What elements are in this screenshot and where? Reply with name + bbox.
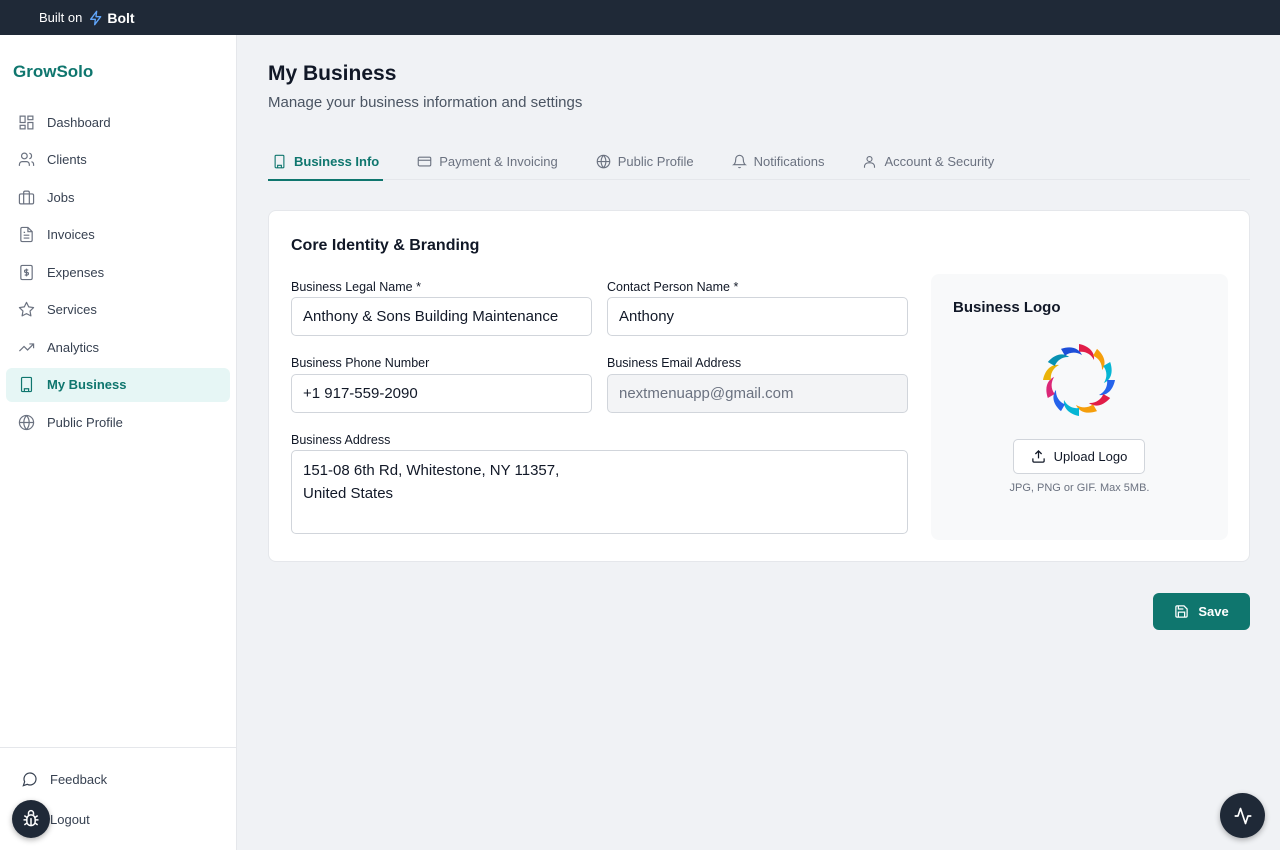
bolt-brand[interactable]: Bolt (107, 10, 134, 26)
globe-icon (596, 154, 611, 169)
trending-up-icon (17, 338, 35, 356)
star-icon (17, 301, 35, 319)
legal-name-label: Business Legal Name * (291, 280, 421, 294)
grid-icon (17, 113, 35, 131)
tab-label: Payment & Invoicing (439, 153, 558, 169)
bell-icon (731, 154, 747, 169)
contact-name-input[interactable]: Anthony (607, 297, 908, 336)
logo-petal (1099, 380, 1115, 396)
user-icon (862, 154, 877, 169)
credit-card-icon (417, 154, 432, 169)
card-title: Core Identity & Branding (291, 237, 480, 254)
email-label: Business Email Address (607, 356, 742, 370)
sidebar-item-dashboard[interactable]: Dashboard (6, 105, 230, 139)
tab-account-security[interactable]: Account & Security (858, 142, 998, 180)
page-title: My Business (268, 62, 397, 85)
sidebar-item-services[interactable]: Services (6, 293, 230, 327)
logo-petal (1043, 364, 1059, 380)
activity-icon (1233, 806, 1253, 826)
phone-input[interactable]: +1 917-559-2090 (291, 374, 592, 413)
sidebar-item-label: Invoices (47, 227, 95, 242)
debug-button[interactable] (12, 800, 50, 838)
users-icon (17, 151, 35, 169)
logout-link[interactable]: Logout (50, 812, 90, 827)
tab-payment-invoicing[interactable]: Payment & Invoicing (413, 142, 562, 180)
sidebar-item-label: Jobs (47, 189, 75, 205)
sidebar-item-label: Clients (47, 152, 87, 167)
save-icon (1174, 604, 1189, 619)
sidebar-item-expenses[interactable]: Expenses (6, 255, 230, 289)
legal-name-input[interactable]: Anthony & Sons Building Maintenance (291, 297, 592, 336)
email-input[interactable]: nextmenuapp@gmail.com (607, 374, 908, 413)
file-text-icon (17, 226, 35, 244)
bug-icon (21, 809, 41, 829)
sidebar-item-label: Public Profile (47, 414, 123, 430)
upload-logo-button[interactable]: Upload Logo (1013, 439, 1145, 474)
sidebar-item-label: Analytics (47, 339, 100, 355)
page-subtitle: Manage your business information and set… (268, 94, 583, 111)
logo-petal (1103, 362, 1112, 383)
sidebar-item-label: Expenses (47, 264, 105, 280)
logout-label: Logout (50, 812, 90, 827)
sidebar-item-my-business[interactable]: My Business (6, 367, 230, 402)
tab-bar: Business Info Payment & Invoicing Public… (268, 142, 1250, 181)
logo-petal (1063, 400, 1079, 416)
sidebar-item-label: Services (47, 302, 97, 317)
contact-name-label: Contact Person Name * (607, 280, 739, 294)
app-logo-text[interactable]: GrowSolo (13, 62, 93, 82)
briefcase-icon (17, 188, 35, 206)
sidebar-item-label: Dashboard (47, 114, 111, 130)
tab-public-profile[interactable]: Public Profile (592, 142, 698, 180)
sidebar-item-clients[interactable]: Clients (6, 143, 230, 177)
logo-petal (1046, 377, 1055, 398)
sidebar-nav: Dashboard Clients Jobs Invoices Expenses (6, 105, 230, 443)
logo-petal (1076, 404, 1097, 413)
business-logo-image (1037, 338, 1121, 422)
phone-label: Business Phone Number (291, 356, 430, 370)
address-label: Business Address (291, 433, 391, 447)
globe-icon (17, 413, 35, 431)
save-label: Save (1198, 604, 1229, 619)
business-logo-title: Business Logo (953, 299, 1061, 316)
tab-label: Public Profile (617, 153, 694, 169)
activity-button[interactable] (1220, 793, 1265, 838)
tab-business-info[interactable]: Business Info (268, 142, 384, 181)
save-button[interactable]: Save (1153, 593, 1250, 630)
feedback-label: Feedback (50, 771, 108, 787)
tab-label: Business Info (294, 153, 380, 169)
sidebar-footer (0, 747, 236, 748)
sidebar-item-jobs[interactable]: Jobs (6, 180, 230, 214)
sidebar-item-label: My Business (47, 377, 127, 392)
tab-label: Account & Security (884, 153, 995, 169)
sidebar-item-analytics[interactable]: Analytics (6, 330, 230, 364)
building-icon (17, 376, 35, 394)
sidebar-item-invoices[interactable]: Invoices (6, 218, 230, 252)
bolt-icon (88, 10, 104, 26)
feedback-link[interactable]: Feedback (22, 771, 107, 787)
core-identity-card: Core Identity & Branding Business Legal … (268, 210, 1250, 562)
dollar-receipt-icon (17, 263, 35, 281)
sidebar: GrowSolo Dashboard Clients Jobs Invoices (0, 35, 237, 850)
tab-label: Notifications (753, 153, 825, 169)
main-content: My Business Manage your business informa… (237, 35, 1280, 850)
upload-icon (1031, 449, 1046, 464)
built-on-label: Built on (39, 10, 83, 25)
upload-note: JPG, PNG or GIF. Max 5MB. (1009, 482, 1150, 494)
top-bar: Built on Bolt (0, 0, 1280, 35)
logo-petal (1061, 347, 1082, 356)
business-logo-panel: Business Logo Upload Logo JPG, PNG or GI… (931, 274, 1228, 540)
address-textarea[interactable]: 151-08 6th Rd, Whitestone, NY 11357, Uni… (291, 450, 908, 534)
logo-petal (1079, 344, 1095, 360)
building-icon (272, 154, 287, 169)
sidebar-item-public-profile[interactable]: Public Profile (6, 405, 230, 439)
message-circle-icon (22, 771, 38, 787)
upload-logo-label: Upload Logo (1053, 449, 1128, 464)
tab-notifications[interactable]: Notifications (728, 142, 829, 180)
